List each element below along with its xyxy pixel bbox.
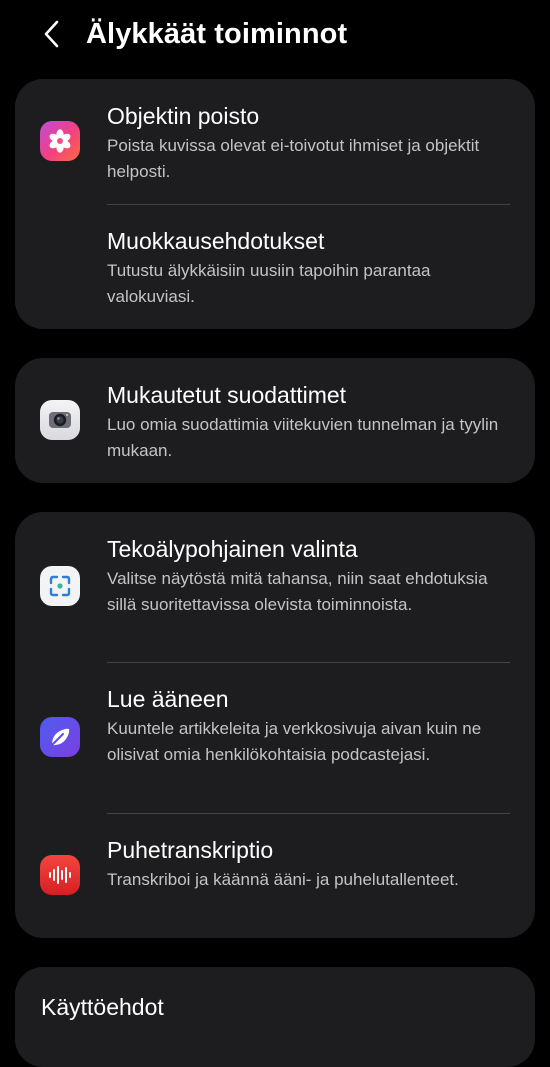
back-button[interactable] xyxy=(34,14,70,54)
list-item-edit-suggestions[interactable]: Muokkausehdotukset Tutustu älykkäisiin u… xyxy=(15,204,535,329)
list-item-transcription[interactable]: Puhetranskriptio Transkriboi ja käännä ä… xyxy=(15,813,535,938)
item-title: Mukautetut suodattimet xyxy=(107,382,347,408)
item-description: Luo omia suodattimia viitekuvien tunnelm… xyxy=(107,415,499,460)
item-title: Tekoälypohjainen valinta xyxy=(107,536,358,562)
card-photo-editing: Objektin poisto Poista kuvissa olevat ei… xyxy=(15,79,535,329)
selection-icon xyxy=(40,566,80,606)
top-app-bar: Älykkäät toiminnot xyxy=(0,0,550,70)
item-description: Valitse näytöstä mitä tahansa, niin saat… xyxy=(107,569,488,614)
back-arrow-icon xyxy=(44,20,59,48)
item-title: Muokkausehdotukset xyxy=(107,228,325,254)
card-terms: Käyttöehdot xyxy=(15,967,535,1067)
flower-icon xyxy=(40,121,80,161)
list-item-ai-select[interactable]: Tekoälypohjainen valinta Valitse näytöst… xyxy=(15,512,535,662)
page-title: Älykkäät toiminnot xyxy=(86,18,348,50)
list-item-read-aloud[interactable]: Lue ääneen Kuuntele artikkeleita ja verk… xyxy=(15,662,535,813)
card-ai-features: Tekoälypohjainen valinta Valitse näytöst… xyxy=(15,512,535,938)
read-aloud-icon xyxy=(40,717,80,757)
item-description: Poista kuvissa olevat ei-toivotut ihmise… xyxy=(107,136,480,181)
card-custom-filters: Mukautetut suodattimet Luo omia suodatti… xyxy=(15,358,535,483)
item-description: Tutustu älykkäisiin uusiin tapoihin para… xyxy=(107,261,431,306)
item-description: Kuuntele artikkeleita ja verkkosivuja ai… xyxy=(107,719,482,764)
item-title: Lue ääneen xyxy=(107,686,229,712)
soundwave-icon xyxy=(40,855,80,895)
item-description: Transkriboi ja käännä ääni- ja puhelutal… xyxy=(107,870,459,889)
item-title: Puhetranskriptio xyxy=(107,837,274,863)
item-title: Käyttöehdot xyxy=(41,994,164,1020)
item-title: Objektin poisto xyxy=(107,103,260,129)
list-item-custom-filters[interactable]: Mukautetut suodattimet Luo omia suodatti… xyxy=(15,358,535,483)
list-item-object-eraser[interactable]: Objektin poisto Poista kuvissa olevat ei… xyxy=(15,79,535,204)
camera-icon xyxy=(40,400,80,440)
list-item-terms-of-use[interactable]: Käyttöehdot xyxy=(15,967,535,1046)
